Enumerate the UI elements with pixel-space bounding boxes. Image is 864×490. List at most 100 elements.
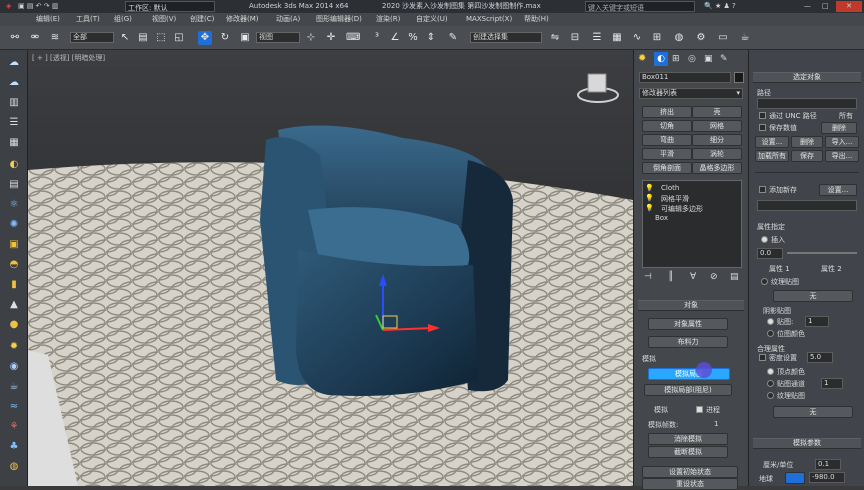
unit-value-field[interactable]: 0.1 <box>815 459 841 470</box>
menu-create[interactable]: 创建(C) <box>190 14 214 25</box>
close-icon[interactable]: ✕ <box>836 1 862 12</box>
bend-button[interactable]: 弯曲 <box>642 134 692 146</box>
reset-state-button[interactable]: 重设状态 <box>642 478 738 490</box>
menu-edit[interactable]: 编辑(E) <box>36 14 60 25</box>
atom-icon[interactable]: ⚛ <box>6 198 22 212</box>
layer-manager-icon[interactable]: ☰ <box>590 31 604 45</box>
selection-filter-dropdown[interactable]: 全部 <box>70 32 114 43</box>
new-path-field[interactable] <box>757 200 857 211</box>
gravity-value-field[interactable]: -980.0 <box>809 472 845 483</box>
progress-checkbox[interactable] <box>696 406 703 413</box>
bitmap-color-radio[interactable] <box>767 330 774 337</box>
none-map-button[interactable]: 无 <box>773 290 853 302</box>
motion-tab-icon[interactable]: ◎ <box>688 53 700 65</box>
texture-map-radio[interactable] <box>761 278 768 285</box>
earth-button[interactable] <box>785 472 805 484</box>
box-icon[interactable]: ▣ <box>6 238 22 252</box>
mirror-icon[interactable]: ⇋ <box>548 31 562 45</box>
menu-help[interactable]: 帮助(H) <box>524 14 549 25</box>
chamfer-button[interactable]: 切角 <box>642 120 692 132</box>
scale-icon[interactable]: ▣ <box>238 31 252 45</box>
link-icon[interactable]: ⚯ <box>8 31 22 45</box>
material-editor-icon[interactable]: ◍ <box>672 31 686 45</box>
bevel-profile-button[interactable]: 倒角剖面 <box>642 162 692 174</box>
insert-slider[interactable] <box>787 252 857 254</box>
tiling-value-field[interactable]: 1 <box>805 316 829 327</box>
menu-views[interactable]: 视图(V) <box>152 14 176 25</box>
cloth-forces-button[interactable]: 布料力 <box>648 336 728 348</box>
menu-modifiers[interactable]: 修改器(M) <box>226 14 259 25</box>
shell-button[interactable]: 壳 <box>692 106 742 118</box>
schematic-view-icon[interactable]: ⊞ <box>650 31 664 45</box>
keyboard-shortcut-icon[interactable]: ⌨ <box>346 31 360 45</box>
teapot-icon[interactable]: ☕ <box>6 380 22 394</box>
grid-icon[interactable]: ▦ <box>6 136 22 150</box>
edit-named-selection-icon[interactable]: ✎ <box>446 31 460 45</box>
turbo-button[interactable]: 涡轮 <box>692 148 742 160</box>
menu-animation[interactable]: 动画(A) <box>276 14 300 25</box>
tree-icon[interactable]: ♣ <box>6 440 22 454</box>
save-values-checkbox[interactable] <box>759 124 766 131</box>
sphere-icon[interactable]: ● <box>6 318 22 332</box>
list-item[interactable]: 💡 可编辑多边形 <box>645 204 741 214</box>
wave-icon[interactable]: ≈ <box>6 400 22 414</box>
modifier-list-dropdown[interactable]: 修改器列表 ▾ <box>639 88 743 99</box>
rollout-selected-objects[interactable]: 选定对象 <box>753 72 861 83</box>
lattice-poly-button[interactable]: 晶格多边形 <box>692 162 742 174</box>
display-tab-icon[interactable]: ▣ <box>704 53 716 65</box>
cone-icon[interactable]: ▲ <box>6 298 22 312</box>
drop-icon[interactable]: ◍ <box>6 460 22 474</box>
rendered-frame-icon[interactable]: ▭ <box>716 31 730 45</box>
rollout-object[interactable]: 对象 <box>638 300 744 311</box>
angle-snap-icon[interactable]: ∠ <box>388 31 402 45</box>
cloud-icon[interactable]: ☁ <box>6 56 22 70</box>
texture-map2-radio[interactable] <box>767 392 774 399</box>
object-properties-button[interactable]: 对象属性 <box>648 318 728 330</box>
particle-icon[interactable]: ✺ <box>6 218 22 232</box>
unc-path-checkbox[interactable] <box>759 112 766 119</box>
import-button[interactable]: 导入... <box>825 136 859 148</box>
settings2-button[interactable]: 设置... <box>819 184 857 196</box>
curve-editor-icon[interactable]: ∿ <box>630 31 644 45</box>
tiling-radio[interactable] <box>767 318 774 325</box>
bulb-icon[interactable]: 💡 <box>645 184 654 192</box>
sun-icon[interactable]: ✹ <box>6 340 22 354</box>
utilities-tab-icon[interactable]: ✎ <box>720 53 732 65</box>
vertex-color-radio[interactable] <box>767 368 774 375</box>
list-icon[interactable]: ☰ <box>6 116 22 130</box>
rollout-simulation-params[interactable]: 模拟参数 <box>753 438 861 449</box>
erase-simulation-button[interactable]: 消除模拟 <box>648 433 728 445</box>
list-item[interactable]: Box <box>645 214 741 224</box>
maximize-icon[interactable]: □ <box>818 1 830 12</box>
insert-value-field[interactable]: 0.0 <box>757 248 783 259</box>
density-value-field[interactable]: 5.0 <box>807 352 833 363</box>
select-manipulate-icon[interactable]: ✛ <box>324 31 338 45</box>
remove-modifier-icon[interactable]: ⊘ <box>710 272 718 282</box>
list-item[interactable]: 💡 Cloth <box>645 184 741 194</box>
object-name-field[interactable]: Box011 <box>639 72 731 83</box>
chart-icon[interactable]: ▤ <box>6 178 22 192</box>
viewport-label[interactable]: [ + ] [透视] [明暗处理] <box>32 53 105 63</box>
camera-icon[interactable]: ◉ <box>6 360 22 374</box>
object-color-swatch[interactable] <box>734 72 744 83</box>
molecule-icon[interactable]: ⚘ <box>6 420 22 434</box>
simulate-local-damped-button[interactable]: 模拟局部(阻尼) <box>644 384 732 396</box>
bulb-icon[interactable]: 💡 <box>645 204 654 212</box>
export-button[interactable]: 导出... <box>825 150 859 162</box>
select-by-name-icon[interactable]: ▤ <box>136 31 150 45</box>
menu-graph-editors[interactable]: 图形编辑器(D) <box>316 14 362 25</box>
half-sphere-icon[interactable]: ◓ <box>6 258 22 272</box>
bind-spacewarp-icon[interactable]: ≋ <box>48 31 62 45</box>
named-selection-dropdown[interactable]: 创建选择集 <box>470 32 542 43</box>
modifier-stack-list[interactable]: 💡 Cloth 💡 网格平滑 💡 可编辑多边形 Box <box>642 180 742 268</box>
workspace-dropdown[interactable]: 工作区: 默认 <box>125 1 215 12</box>
spinner-snap-icon[interactable]: ⇕ <box>424 31 438 45</box>
simulate-local-button[interactable]: 模拟局部 <box>648 368 730 380</box>
view-cube[interactable] <box>576 70 621 102</box>
cloud-outline-icon[interactable]: ☁ <box>6 76 22 90</box>
align-icon[interactable]: ⊟ <box>568 31 582 45</box>
light-icon[interactable]: ◐ <box>6 158 22 172</box>
pin-stack-icon[interactable]: ⊣ <box>644 272 652 282</box>
menu-rendering[interactable]: 渲染(R) <box>376 14 400 25</box>
insert-radio[interactable] <box>761 236 768 243</box>
